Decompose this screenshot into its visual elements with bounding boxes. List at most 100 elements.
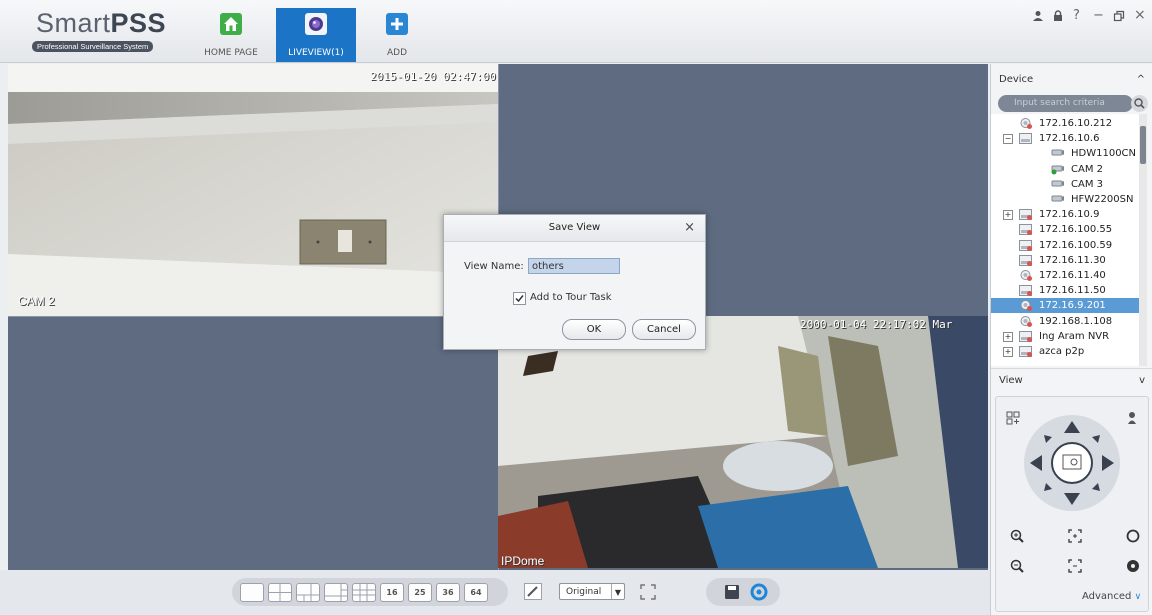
tab-liveview[interactable]: LIVEVIEW(1) [276,8,356,62]
save-view-dialog: Save View × View Name: others Add to Tou… [443,214,706,350]
stream-type-select[interactable]: Original ▼ [559,583,625,600]
dialog-title: Save View [548,222,601,233]
device-tree-label: 172.16.100.55 [1039,224,1113,236]
layout-6-button[interactable] [296,583,320,602]
focus-far-icon[interactable] [1068,559,1082,576]
cam2-name-overlay: CAM 2 [18,294,55,308]
device-panel-header[interactable]: Device ^ [991,68,1152,92]
tab-add-label: ADD [386,48,408,58]
layout-9-button[interactable] [352,583,376,602]
device-tree-label: 192.168.1.108 [1039,315,1113,327]
collapse-icon[interactable]: − [1003,134,1013,145]
device-tree-item[interactable]: 192.168.1.108 [991,314,1139,329]
user-icon[interactable] [1032,10,1044,26]
tab-liveview-label: LIVEVIEW(1) [288,48,344,58]
iris-close-icon[interactable] [1126,559,1140,576]
custom-layout-icon[interactable] [524,583,542,600]
right-panel: Device ^ Input search criteria 172.16.10… [990,64,1152,615]
advanced-toggle[interactable]: Advanced ∨ [1082,591,1141,602]
camera-lens-icon [305,13,327,35]
layout-1-button[interactable] [240,583,264,602]
expand-icon[interactable]: + [1003,331,1013,342]
layout-8-button[interactable] [324,583,348,602]
device-offline-icon [1019,346,1032,362]
ptz-grid-icon[interactable] [1006,411,1020,425]
plus-icon [386,13,408,35]
layout-button-group: 16 25 36 64 [232,578,508,606]
video-window-cam2[interactable]: 2015-01-20 02:47:00 CAM 2 [8,64,498,316]
device-search-input[interactable]: Input search criteria [998,95,1133,112]
cam2-timestamp: 2015-01-20 02:47:00 [370,70,496,83]
device-tree-item[interactable]: HFW2200SN [991,192,1139,207]
device-tree-item[interactable]: 172.16.10.212 [991,116,1139,131]
device-tree-label: 172.16.11.30 [1039,254,1106,266]
add-to-tour-label: Add to Tour Task [530,292,612,303]
ptz-control-panel: Advanced ∨ [995,396,1149,612]
ptz-direction-pad[interactable] [1022,413,1122,513]
video-window-ipdome[interactable]: 2000-01-04 22:17:02 Mar IPDome [498,316,988,568]
focus-near-icon[interactable] [1068,529,1082,546]
device-tree-label: CAM 3 [1071,178,1103,190]
dialog-title-bar: Save View × [444,215,705,242]
expand-icon[interactable]: + [1003,210,1013,221]
layout-36-button[interactable]: 36 [436,583,460,602]
view-panel-title: View [999,375,1023,386]
layout-64-button[interactable]: 64 [464,583,488,602]
device-tree-label: azca p2p [1039,346,1085,357]
device-tree-item[interactable]: HDW1100CN [991,146,1139,161]
lock-icon[interactable] [1052,10,1064,26]
zoom-out-icon[interactable] [1010,559,1024,576]
device-tree-label: Ing Aram NVR [1039,330,1110,342]
device-tree-item[interactable]: − 172.16.10.6 [991,131,1139,146]
chevron-down-icon: v [1139,375,1145,386]
layout-16-button[interactable]: 16 [380,583,404,602]
ptz-user-icon[interactable] [1126,411,1138,425]
device-tree-label: 172.16.100.59 [1039,239,1113,251]
expand-icon[interactable]: + [1003,347,1013,357]
device-tree-item[interactable]: +172.16.10.9 [991,207,1139,222]
device-tree-label: HDW1100CN [1071,148,1137,160]
logo-subtitle: Professional Surveillance System [32,41,154,52]
device-tree: 172.16.10.212 − 172.16.10.6 HDW1100CN CAM 2 C… [991,114,1139,366]
view-panel-header[interactable]: View v [991,368,1152,392]
ok-button[interactable]: OK [562,319,626,340]
help-button[interactable]: ? [1073,8,1080,23]
restore-icon[interactable] [1113,10,1125,26]
device-tree-item[interactable]: + Ing Aram NVR [991,329,1139,344]
close-button[interactable]: × [1134,7,1146,23]
device-tree-item[interactable]: 172.16.9.201 [991,298,1139,314]
chevron-down-icon: ∨ [1134,592,1142,602]
fullscreen-icon[interactable] [640,584,656,600]
tab-add[interactable]: ADD [372,8,422,62]
device-tree-item[interactable]: 172.16.100.55 [991,222,1139,237]
device-tree-item[interactable]: CAM 3 [991,177,1139,192]
search-icon[interactable] [1131,95,1148,112]
chevron-down-icon: ▼ [611,584,624,599]
advanced-label: Advanced [1082,591,1132,602]
device-tree-item[interactable]: + azca p2p [991,344,1139,359]
save-view-icon[interactable] [724,584,740,600]
tab-home-page-label: HOME PAGE [204,48,258,58]
scrollbar-thumb[interactable] [1140,126,1146,164]
dialog-close-button[interactable]: × [684,215,695,241]
device-tree-scrollbar[interactable] [1139,114,1147,366]
tour-icon[interactable] [750,583,768,601]
zoom-in-icon[interactable] [1010,529,1024,546]
logo-title: SmartPSS [36,8,167,38]
device-tree-item[interactable]: 172.16.100.59 [991,238,1139,253]
device-tree-item[interactable]: 172.16.11.50 [991,283,1139,298]
device-tree-item[interactable]: CAM 2 [991,162,1139,177]
add-to-tour-checkbox[interactable] [513,292,526,305]
layout-4-button[interactable] [268,583,292,602]
device-tree-label: CAM 2 [1071,163,1103,175]
ipdome-video-frame [498,316,988,568]
cancel-button[interactable]: Cancel [632,319,696,340]
iris-open-icon[interactable] [1126,529,1140,546]
device-tree-item[interactable]: 172.16.11.30 [991,253,1139,268]
layout-25-button[interactable]: 25 [408,583,432,602]
view-name-input[interactable]: others [528,258,620,274]
device-tree-label: 172.16.11.40 [1039,270,1106,281]
device-tree-item[interactable]: 172.16.11.40 [991,268,1139,283]
minimize-button[interactable]: − [1093,8,1104,23]
tab-home-page[interactable]: HOME PAGE [196,8,266,62]
